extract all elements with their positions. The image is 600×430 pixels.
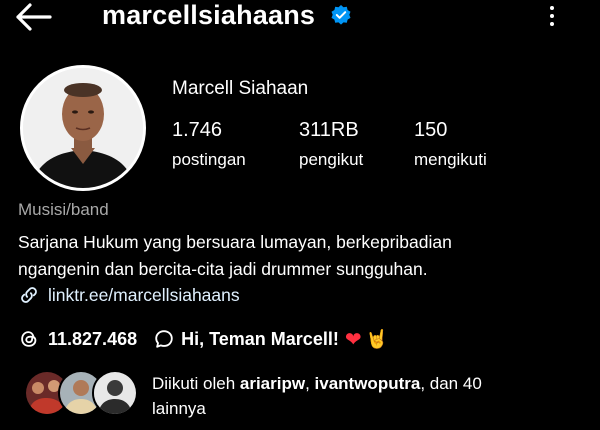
stat-posts-label: postingan (172, 150, 246, 169)
rock-hand-emoji: 🤘 (365, 328, 389, 349)
profile-category: Musisi/band (18, 200, 109, 219)
link-icon (21, 287, 37, 303)
followed-by-prefix: Diikuti oleh (152, 374, 240, 393)
greeting-text: Hi, Teman Marcell! (181, 328, 339, 349)
followed-by-user-1[interactable]: ariaripw (240, 374, 305, 393)
stat-posts-count: 1.746 (172, 119, 223, 141)
threads-row: 11.827.468 Hi, Teman Marcell! ❤ 🤘 (18, 325, 388, 353)
followed-by-row[interactable]: Diikuti oleh ariaripw, ivantwoputra, dan… (24, 370, 584, 418)
stat-posts[interactable]: 1.746 postingan (172, 119, 246, 170)
followed-by-suffix-2: lainnya (152, 399, 206, 418)
back-arrow-icon[interactable] (14, 2, 54, 32)
heart-emoji: ❤ (344, 328, 362, 351)
bio-line-1: Sarjana Hukum yang bersuara lumayan, ber… (18, 232, 452, 252)
profile-link[interactable]: linktr.ee/marcellsiahaans (18, 284, 240, 306)
followed-by-user-2[interactable]: ivantwoputra (315, 374, 421, 393)
follower-avatar-3 (92, 370, 138, 416)
profile-avatar[interactable] (20, 65, 146, 191)
stat-following-label: mengikuti (414, 150, 487, 169)
stat-followers-count: 311RB (299, 119, 359, 141)
followed-by-suffix: , dan 40 (420, 374, 482, 393)
followed-by-text: Diikuti oleh ariaripw, ivantwoputra, dan… (152, 371, 582, 421)
more-options-icon[interactable] (540, 3, 564, 33)
profile-link-text: linktr.ee/marcellsiahaans (48, 284, 240, 305)
greeting-badge[interactable]: Hi, Teman Marcell! ❤ 🤘 (153, 327, 388, 352)
stat-followers[interactable]: 311RB pengikut (299, 119, 363, 170)
chat-bubble-icon (155, 330, 173, 348)
threads-badge[interactable]: 11.827.468 (18, 328, 137, 350)
threads-icon (21, 331, 37, 347)
profile-bio: Sarjana Hukum yang bersuara lumayan, ber… (18, 229, 578, 283)
profile-full-name: Marcell Siahaan (172, 78, 309, 99)
threads-count: 11.827.468 (48, 328, 138, 349)
top-bar: marcellsiahaans (0, 0, 600, 36)
header-username: marcellsiahaans (102, 0, 316, 30)
stat-following-count: 150 (414, 119, 448, 141)
stat-followers-label: pengikut (299, 150, 364, 169)
bio-line-2: ngangenin dan bercita-cita jadi drummer … (18, 259, 428, 279)
verified-badge-icon (330, 4, 352, 26)
stat-following[interactable]: 150 mengikuti (414, 119, 487, 170)
followed-by-separator: , (305, 374, 315, 393)
